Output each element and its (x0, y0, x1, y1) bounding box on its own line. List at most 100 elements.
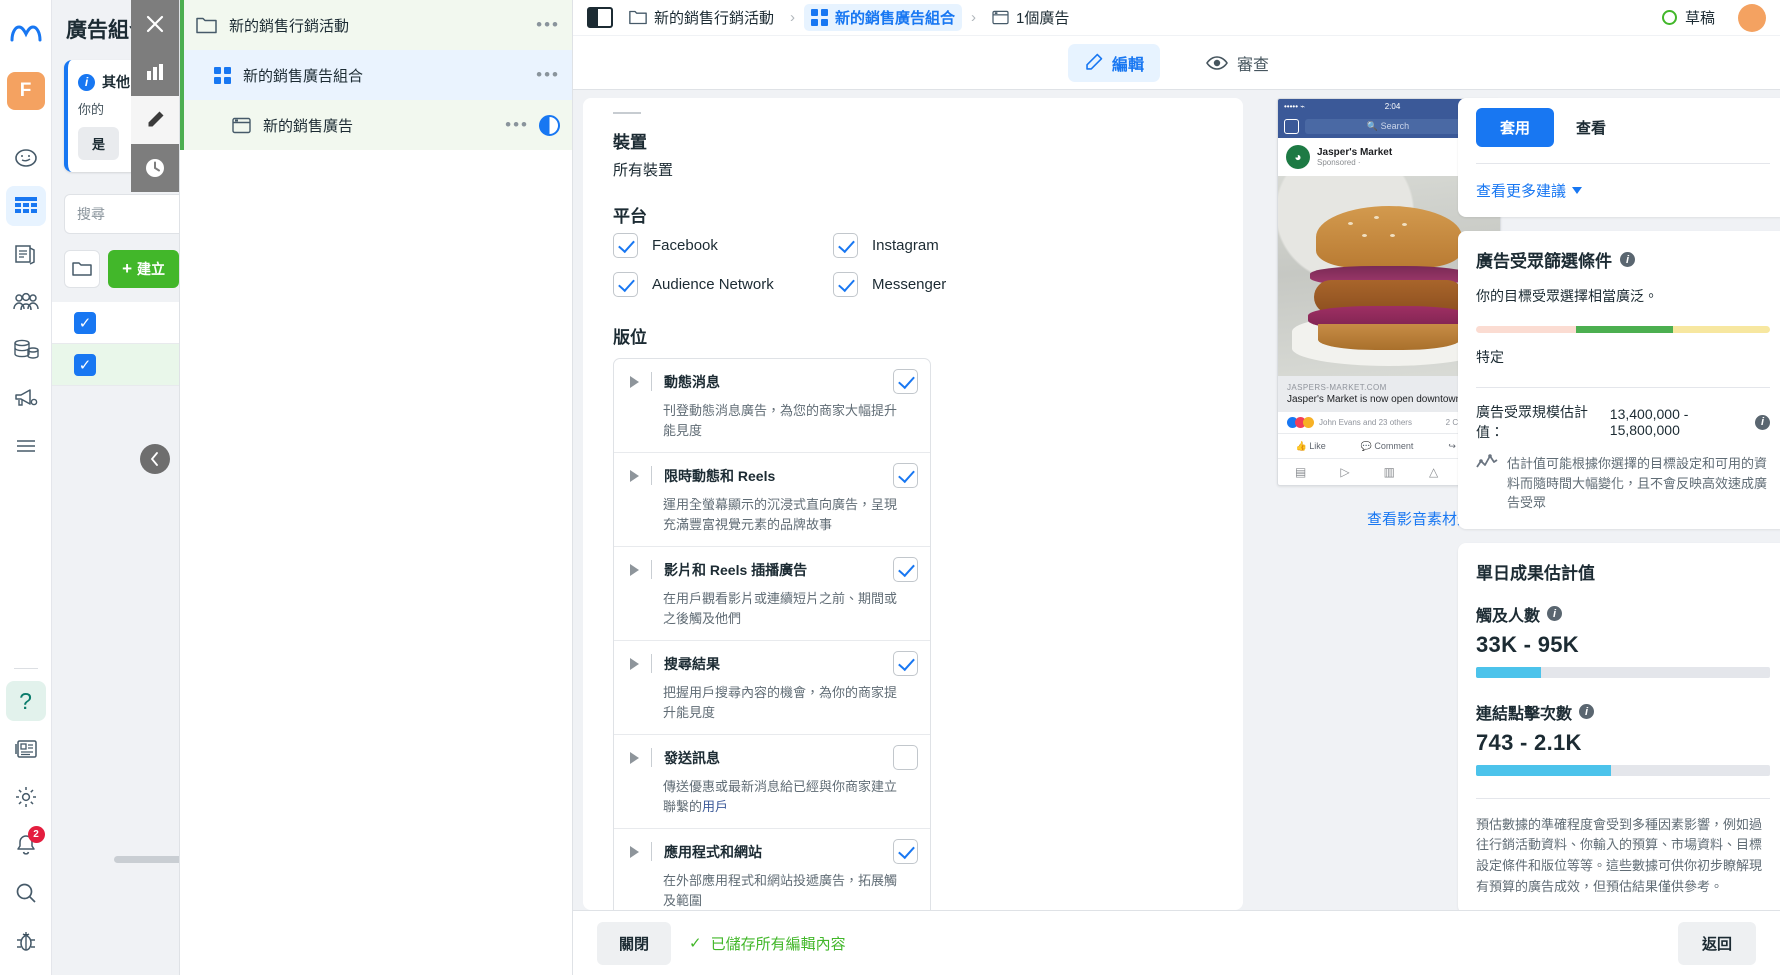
info-icon[interactable]: i (1579, 704, 1595, 719)
expand-caret-icon[interactable] (630, 563, 639, 576)
avatar[interactable] (1738, 3, 1766, 32)
collapse-handle[interactable] (140, 444, 170, 474)
row-menu-icon[interactable]: ••• (536, 65, 560, 85)
metric-reach-value: 33K - 95K (1476, 631, 1579, 657)
info-icon[interactable]: i (1755, 414, 1770, 430)
row-checkbox[interactable]: ✓ (74, 353, 96, 376)
expand-caret-icon[interactable] (630, 469, 639, 482)
placement-apps-sites: 應用程式和網站 在外部應用程式和網站投遞廣告，拓展觸及範圍 (614, 829, 930, 910)
notifications-tab-icon[interactable]: △ (1429, 465, 1438, 479)
info-icon[interactable]: i (1547, 606, 1563, 621)
rail-item-billing[interactable] (6, 330, 46, 370)
horizontal-scrollbar[interactable] (114, 856, 179, 863)
notice-action-button[interactable]: 是 (78, 127, 120, 160)
rail-item-search[interactable] (6, 873, 46, 913)
video-tab-icon[interactable]: ▷ (1340, 465, 1349, 479)
platform-instagram[interactable]: Instagram (833, 233, 1053, 258)
rail-item-notifications[interactable]: 2 (6, 825, 46, 865)
expand-caret-icon[interactable] (630, 845, 639, 858)
checkbox-apps-sites[interactable] (893, 839, 918, 864)
rail-item-help[interactable]: ? (5, 681, 46, 721)
placement-description: 傳送優惠或最新消息給已經與你商家建立聯繫的用戶 (663, 777, 903, 816)
camera-icon[interactable] (1284, 118, 1299, 134)
checkbox-feeds[interactable] (893, 369, 918, 394)
rail-item-more[interactable] (6, 426, 46, 466)
placement-label: 發送訊息 (664, 749, 720, 766)
breadcrumb-ads[interactable]: 1個廣告 (985, 4, 1076, 31)
checkbox-facebook[interactable] (613, 233, 638, 258)
checkbox-stories-reels[interactable] (893, 463, 918, 488)
folder-icon-button[interactable] (64, 250, 101, 288)
placement-description-link[interactable]: 用戶 (702, 799, 728, 814)
tab-edit[interactable]: 編輯 (1067, 43, 1160, 82)
comment-button[interactable]: 💬 Comment (1361, 441, 1414, 452)
checkbox-audience-network[interactable] (613, 272, 638, 297)
more-suggestions-link[interactable]: 查看更多建議 (1476, 180, 1770, 201)
chart-icon[interactable] (131, 48, 179, 96)
rail-item-settings[interactable] (6, 777, 46, 817)
rail-item-dashboard[interactable] (6, 138, 46, 178)
account-badge[interactable]: F (6, 72, 45, 110)
pencil-icon[interactable] (131, 96, 179, 144)
gauge-label-specific: 特定 (1476, 349, 1504, 365)
placement-label: 影片和 Reels 插播廣告 (664, 561, 808, 578)
search-label: Search (1380, 121, 1410, 131)
marketplace-tab-icon[interactable]: ▥ (1384, 465, 1395, 479)
rail-item-bug[interactable] (6, 921, 46, 961)
table-row[interactable]: ✓ (52, 302, 179, 344)
view-button[interactable]: 查看 (1576, 117, 1606, 138)
suggestions-card: 套用 查看 查看更多建議 (1458, 98, 1780, 217)
row-menu-icon[interactable]: ••• (505, 115, 529, 135)
expand-caret-icon[interactable] (630, 375, 639, 388)
home-tab-icon[interactable]: ▤ (1295, 465, 1306, 479)
rail-item-audiences[interactable] (6, 282, 46, 322)
clock-icon[interactable] (131, 144, 179, 192)
signal-icon: ••••• ⌁ (1284, 102, 1306, 111)
rail-item-reports[interactable] (6, 234, 46, 274)
placements-heading: 版位 (613, 328, 647, 347)
checkbox-search-results[interactable] (893, 651, 918, 676)
breadcrumb-adset[interactable]: 新的銷售廣告組合 (804, 4, 963, 31)
checkbox-messages[interactable] (893, 745, 918, 770)
close-button[interactable]: 關閉 (597, 921, 672, 965)
page-name: Jasper's Market (1317, 147, 1393, 158)
rail-item-campaigns[interactable] (5, 186, 46, 226)
checkbox-instream[interactable] (893, 557, 918, 582)
placement-instream-video-reels: 影片和 Reels 插播廣告 在用戶觀看影片或連續短片之前、期間或之後觸及他們 (614, 547, 930, 641)
adset-grid-icon (811, 9, 829, 26)
contrast-icon[interactable] (539, 114, 560, 136)
tree-item-ad[interactable]: 新的銷售廣告 ••• (180, 100, 572, 150)
toggle-panel-icon[interactable] (587, 7, 613, 28)
back-button[interactable]: 返回 (1677, 921, 1756, 965)
tree-item-adset[interactable]: 新的銷售廣告組合 ••• (180, 50, 572, 100)
platform-facebook[interactable]: Facebook (613, 233, 833, 258)
apply-button[interactable]: 套用 (1476, 108, 1555, 147)
like-button[interactable]: 👍 Like (1295, 441, 1325, 452)
page-avatar: ◕ (1286, 145, 1310, 169)
table-row[interactable]: ✓ (52, 344, 179, 386)
row-checkbox[interactable]: ✓ (74, 311, 96, 334)
phone-search-field[interactable]: 🔍 Search (1305, 118, 1471, 134)
close-icon[interactable] (131, 0, 179, 48)
platform-messenger[interactable]: Messenger (833, 272, 1053, 297)
expand-caret-icon[interactable] (630, 657, 639, 670)
tree-item-campaign[interactable]: 新的銷售行銷活動 ••• (180, 0, 572, 50)
meta-logo-icon[interactable] (6, 14, 46, 54)
rail-item-ads[interactable] (6, 378, 46, 418)
rail-item-news[interactable] (6, 729, 46, 769)
right-sidebar: 套用 查看 查看更多建議 廣告受眾篩選條件 i 你的目標受眾選擇相當廣泛。 特定 (1450, 90, 1780, 910)
row-menu-icon[interactable]: ••• (536, 15, 560, 35)
platform-label: Facebook (652, 237, 718, 254)
checkbox-instagram[interactable] (833, 233, 858, 258)
search-input[interactable]: 搜尋 (64, 194, 179, 234)
plus-icon: + (122, 259, 132, 278)
placement-label: 動態消息 (664, 373, 720, 390)
expand-caret-icon[interactable] (630, 751, 639, 764)
create-button[interactable]: + 建立 (108, 250, 179, 288)
platform-audience-network[interactable]: Audience Network (613, 272, 833, 297)
audience-estimate-note-text: 估計值可能根據你選擇的目標設定和可用的資料而隨時間大幅變化，且不會反映高效速成廣… (1507, 456, 1768, 510)
info-icon[interactable]: i (1620, 252, 1635, 267)
tab-review[interactable]: 審查 (1190, 44, 1285, 82)
breadcrumb-campaign[interactable]: 新的銷售行銷活動 (622, 4, 781, 31)
checkbox-messenger[interactable] (833, 272, 858, 297)
